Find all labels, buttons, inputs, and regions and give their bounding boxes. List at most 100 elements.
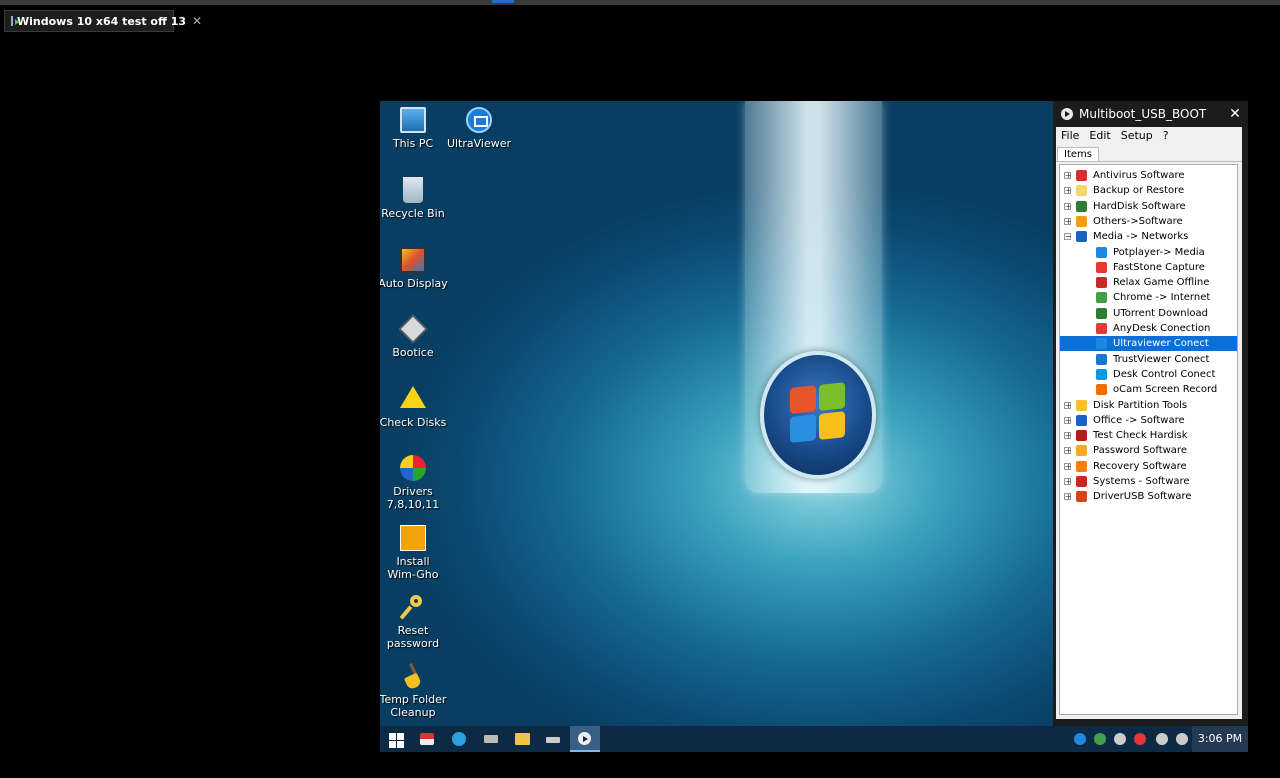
desktop-icon-label: Auto Display xyxy=(380,277,448,290)
desktop-icon-install-wim-gho[interactable]: Install Wim-Gho xyxy=(380,525,448,581)
tree-item-label: Password Software xyxy=(1093,445,1187,457)
tab-items[interactable]: Items xyxy=(1057,147,1099,161)
vm-tab[interactable]: Windows 10 x64 test off 13 ✕ xyxy=(4,10,202,32)
tree-item[interactable]: + Others->Software xyxy=(1064,214,1183,229)
tree-item[interactable]: Ultraviewer Conect xyxy=(1060,336,1237,352)
menu-file[interactable]: File xyxy=(1056,129,1084,142)
tree-expander-icon[interactable]: + xyxy=(1064,187,1072,195)
taskbar-network-icon[interactable] xyxy=(452,732,466,746)
desktop-icon-recycle-bin[interactable]: Recycle Bin xyxy=(380,177,448,220)
multiboot-close-icon[interactable]: ✕ xyxy=(1222,106,1248,122)
tree-expander-icon[interactable]: + xyxy=(1064,478,1072,486)
multiboot-titlebar[interactable]: Multiboot_USB_BOOT ✕ xyxy=(1053,101,1248,127)
tree-expander-icon[interactable]: + xyxy=(1064,493,1072,501)
taskbar-app-icon[interactable] xyxy=(420,733,434,745)
tree-item[interactable]: TrustViewer Conect xyxy=(1096,352,1209,367)
multiboot-window[interactable]: Multiboot_USB_BOOT ✕ File Edit Setup ? I… xyxy=(1053,101,1248,726)
taskbar: 3:06 PM xyxy=(380,726,1248,752)
tree-item-label: Recovery Software xyxy=(1093,460,1187,472)
tree-item[interactable]: Potplayer-> Media xyxy=(1096,245,1205,260)
tray-icon[interactable] xyxy=(1134,733,1146,745)
tree-expander-icon[interactable]: − xyxy=(1064,233,1072,241)
tree-item[interactable]: + Antivirus Software xyxy=(1064,168,1185,183)
tree-expander-icon[interactable]: + xyxy=(1064,462,1072,470)
tree-item[interactable]: + Test Check Hardisk xyxy=(1064,428,1188,443)
windows-flag-icon xyxy=(790,382,846,444)
desktop-icon-this-pc[interactable]: This PC xyxy=(380,107,448,150)
tray-icon[interactable] xyxy=(1114,733,1126,745)
tree-item-icon xyxy=(1076,200,1087,212)
tree-expander-icon[interactable]: + xyxy=(1064,172,1072,180)
desktop-icon-label: Temp Folder Cleanup xyxy=(380,693,447,719)
bootice-icon xyxy=(398,314,428,344)
desktop-icon-temp-folder-cleanup[interactable]: Temp Folder Cleanup xyxy=(380,663,448,719)
tree-item-icon xyxy=(1096,384,1107,396)
tree-item-icon xyxy=(1076,414,1087,426)
items-tree[interactable]: + Antivirus Software + Backup or Restore + Ha… xyxy=(1059,164,1238,715)
tree-item-label: Systems - Software xyxy=(1093,476,1190,487)
tree-expander-icon[interactable]: + xyxy=(1064,432,1072,440)
tree-item-label: Test Check Hardisk xyxy=(1093,430,1188,442)
tree-expander-icon[interactable]: + xyxy=(1064,447,1072,455)
desktop-icon-auto-display[interactable]: Auto Display xyxy=(380,247,448,290)
taskbar-clock[interactable]: 3:06 PM xyxy=(1192,726,1248,752)
tree-item[interactable]: + Backup or Restore xyxy=(1064,183,1184,198)
tree-item-label: Disk Partition Tools xyxy=(1093,399,1188,411)
tree-expander-icon[interactable]: + xyxy=(1064,416,1072,424)
desktop-icon-label: Install Wim-Gho xyxy=(387,555,439,581)
tree-item[interactable]: Chrome -> Internet xyxy=(1096,290,1210,305)
tree-item-label: Ultraviewer Conect xyxy=(1113,338,1209,350)
host-top-bar xyxy=(0,0,1280,5)
tree-item[interactable]: + Password Software xyxy=(1064,443,1187,458)
taskbar-keyboard-icon[interactable] xyxy=(484,735,498,743)
tray-icon[interactable] xyxy=(1176,733,1188,745)
desktop-icon-reset-password[interactable]: Reset password xyxy=(380,594,448,650)
tree-item[interactable]: − Media -> Networks xyxy=(1064,229,1188,244)
menu-setup[interactable]: Setup xyxy=(1116,129,1158,142)
tree-item[interactable]: + DriverUSB Software xyxy=(1064,489,1192,504)
tree-expander-icon[interactable]: + xyxy=(1064,217,1072,225)
tree-item[interactable]: oCam Screen Record xyxy=(1096,382,1217,397)
tree-item[interactable]: + Disk Partition Tools xyxy=(1064,398,1187,413)
menu-edit[interactable]: Edit xyxy=(1084,129,1115,142)
tree-item-icon xyxy=(1076,491,1087,503)
desktop-icon-drivers[interactable]: Drivers 7,8,10,11 xyxy=(380,455,448,511)
vm-tab-close-icon[interactable]: ✕ xyxy=(192,14,202,28)
multiboot-body: File Edit Setup ? Items + Antivirus Softw… xyxy=(1056,127,1242,719)
tree-item-label: Others->Software xyxy=(1093,215,1183,227)
tree-item-icon xyxy=(1076,185,1087,197)
tree-item[interactable]: Desk Control Conect xyxy=(1096,367,1215,382)
desktop-icon-ultraviewer[interactable]: UltraViewer xyxy=(444,107,514,150)
desktop-icon-label: Recycle Bin xyxy=(381,207,445,220)
tree-item[interactable]: FastStone Capture xyxy=(1096,260,1205,275)
taskbar-drive-icon[interactable] xyxy=(546,737,560,743)
tree-item-icon xyxy=(1096,277,1107,289)
tree-item[interactable]: Relax Game Offline xyxy=(1096,275,1209,290)
guest-desktop[interactable]: This PC UltraViewer Recycle Bin Auto Dis… xyxy=(380,101,1248,752)
tree-item[interactable]: + Recovery Software xyxy=(1064,459,1187,474)
tree-item[interactable]: + HardDisk Software xyxy=(1064,199,1186,214)
tree-item[interactable]: UTorrent Download xyxy=(1096,306,1208,321)
tree-item-icon xyxy=(1096,261,1107,273)
taskbar-multiboot-button[interactable] xyxy=(570,726,600,752)
menu-help[interactable]: ? xyxy=(1158,129,1174,142)
taskbar-file-explorer-icon[interactable] xyxy=(515,733,530,745)
tree-expander-icon[interactable]: + xyxy=(1064,202,1072,210)
tree-item-label: Antivirus Software xyxy=(1093,170,1185,181)
tree-item[interactable]: AnyDesk Conection xyxy=(1096,321,1210,336)
tree-item-label: Desk Control Conect xyxy=(1113,368,1216,380)
tree-item-label: HardDisk Software xyxy=(1093,200,1186,212)
tree-item-icon xyxy=(1076,476,1087,487)
tray-icon[interactable] xyxy=(1074,733,1086,745)
tree-item-icon xyxy=(1076,460,1087,472)
tree-item[interactable]: + Office -> Software xyxy=(1064,413,1185,428)
desktop-icon-check-disks[interactable]: Check Disks xyxy=(380,386,448,429)
desktop-icon-label: Bootice xyxy=(392,346,434,359)
tree-item-icon xyxy=(1096,323,1107,334)
tray-icon[interactable] xyxy=(1094,733,1106,745)
desktop-icon-bootice[interactable]: Bootice xyxy=(380,314,448,359)
tray-icon[interactable] xyxy=(1156,733,1168,745)
tree-item[interactable]: + Systems - Software xyxy=(1064,474,1190,489)
start-button[interactable] xyxy=(388,730,406,748)
tree-expander-icon[interactable]: + xyxy=(1064,401,1072,409)
